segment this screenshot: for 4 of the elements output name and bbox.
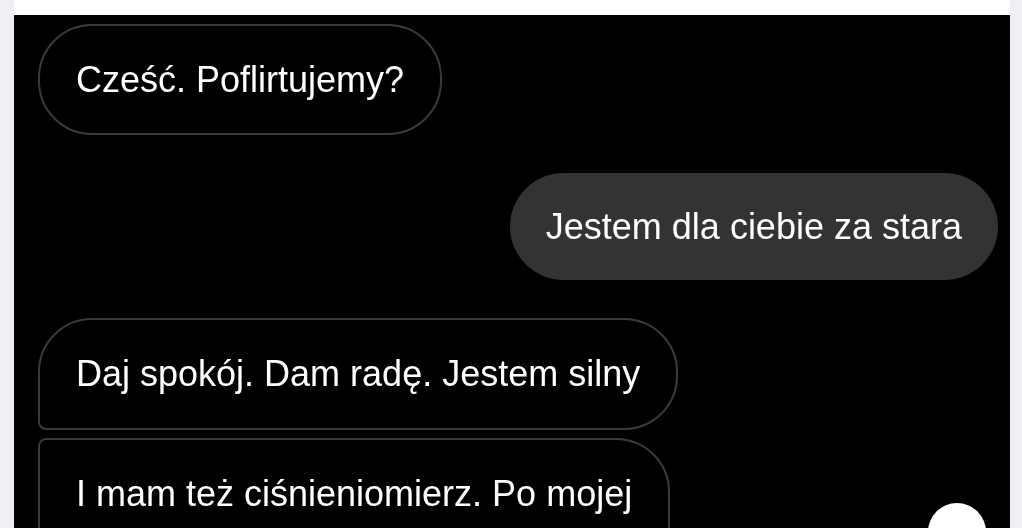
received-message: Cześć. Poflirtujemy?: [38, 24, 443, 136]
received-message: Daj spokój. Dam radę. Jestem silny: [38, 318, 679, 430]
received-message: I mam też ciśnieniomierz. Po mojej: [38, 437, 671, 528]
sent-message: Jestem dla ciebie za stara: [509, 173, 998, 281]
